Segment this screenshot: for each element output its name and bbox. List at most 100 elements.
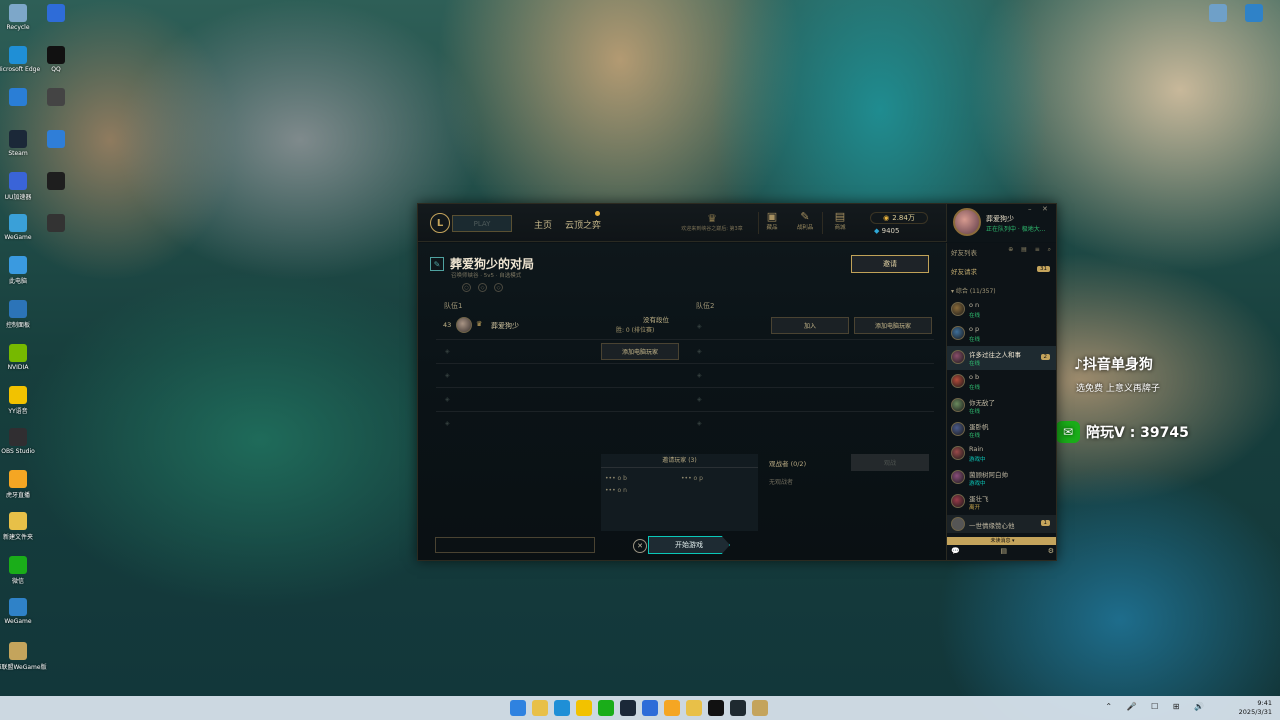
friend-name: 蛋卧帆	[969, 423, 989, 431]
leave-lobby-button[interactable]: ✕	[633, 539, 647, 553]
desktop-app-icon	[9, 256, 27, 274]
desktop-icon[interactable]: WeGame	[0, 598, 36, 625]
friend-item[interactable]: 蛋壮飞 离开	[947, 490, 1056, 514]
taskbar-app-icon[interactable]	[532, 700, 548, 716]
desktop-icon[interactable]	[38, 172, 74, 192]
unread-messages[interactable]: 未读消息 ▾	[947, 537, 1056, 545]
desktop-icon[interactable]: NVIDIA	[0, 344, 36, 371]
lol-logo-icon[interactable]: L	[430, 213, 450, 233]
friend-item[interactable]: o b 在线	[947, 370, 1056, 394]
friend-requests[interactable]: 好友请求	[951, 266, 977, 276]
team1-slot-empty[interactable]: ◈	[436, 387, 688, 409]
spectate-button[interactable]: 观战	[851, 454, 929, 471]
friend-item[interactable]: 许多过往之人和事 在线 2	[947, 346, 1056, 370]
friend-item[interactable]: 菌顾树阿白帅 游戏中	[947, 466, 1056, 490]
team1-slot-empty[interactable]: ◈	[436, 411, 688, 433]
play-button[interactable]: PLAY	[452, 215, 512, 232]
taskbar-app-icon[interactable]	[730, 700, 746, 716]
add-bot-button[interactable]: 添加电脑玩家	[854, 317, 932, 334]
desktop-icon[interactable]: 新建文件夹	[0, 512, 36, 541]
chat-icon[interactable]: 💬	[951, 547, 960, 560]
avatar[interactable]	[953, 208, 981, 236]
taskbar-app-icon[interactable]	[686, 700, 702, 716]
team2-slot-empty[interactable]: ◈	[688, 339, 934, 361]
clock[interactable]: 9:41 2025/3/31	[1239, 699, 1272, 717]
profile-status[interactable]: 正在队列中 · 极地大...	[986, 224, 1045, 233]
desktop-icon[interactable]	[38, 130, 74, 150]
taskbar-app-icon[interactable]	[642, 700, 658, 716]
taskbar-app-icon[interactable]	[576, 700, 592, 716]
desktop-icon-label: Recycle	[6, 24, 30, 31]
invitee[interactable]: ••• o n	[605, 487, 627, 494]
invitee[interactable]: ••• o b	[605, 475, 627, 482]
lobby-chat-input[interactable]	[435, 537, 595, 553]
taskbar-app-icon[interactable]	[554, 700, 570, 716]
friends-group-collapsed[interactable]: 一世情缘赞心他 1	[947, 515, 1056, 533]
taskbar-app-icon[interactable]	[752, 700, 768, 716]
team2-slot-empty[interactable]: ◈	[688, 387, 934, 409]
settings-icon[interactable]: ⚙	[1048, 547, 1054, 560]
nav-home[interactable]: 主页	[534, 218, 552, 231]
loot-button[interactable]: ✎ 战利品	[792, 210, 818, 231]
client-topbar: L PLAY 主页 云顶之弈 ♛ 欢迎来到峡谷之巅后: 第3章 ▣ 藏品 ✎ 战…	[418, 204, 946, 242]
team2-slot-empty[interactable]: ◈ 加入 添加电脑玩家	[688, 315, 934, 337]
map-icon[interactable]: ○	[462, 283, 471, 292]
nav-tft[interactable]: 云顶之弈	[565, 218, 601, 231]
desktop-icon[interactable]: 控制面板	[0, 300, 36, 329]
desktop-icon[interactable]: Recycle	[0, 4, 36, 31]
taskbar-app-icon[interactable]	[510, 700, 526, 716]
desktop-app-icon	[1245, 4, 1263, 22]
team1-slot-empty[interactable]: ◈ 添加电脑玩家	[436, 339, 688, 361]
friend-item[interactable]: 蛋卧帆 在线	[947, 418, 1056, 442]
invite-button[interactable]: 邀请	[851, 255, 929, 273]
desktop-icon[interactable]: 微信	[0, 556, 36, 585]
friends-group-header[interactable]: ▾ 综合 (11/357)	[951, 286, 996, 295]
add-bot-button[interactable]: 添加电脑玩家	[601, 343, 679, 360]
mode-icon[interactable]: ◇	[478, 283, 487, 292]
team2-slot-empty[interactable]: ◈	[688, 411, 934, 433]
invitee[interactable]: ••• o p	[681, 475, 703, 482]
friend-item[interactable]: Rain 游戏中	[947, 442, 1056, 466]
desktop-icon[interactable]: 英雄联盟WeGame版	[0, 642, 47, 671]
desktop-icon[interactable]: Microsoft Edge	[0, 46, 40, 73]
player-name[interactable]: 葬爱狗少	[491, 321, 519, 331]
desktop-icon[interactable]: YY语音	[0, 386, 36, 415]
team2-slot-empty[interactable]: ◈	[688, 363, 934, 385]
welcome-banner[interactable]: ♛ 欢迎来到峡谷之巅后: 第3章	[676, 212, 748, 232]
close-button[interactable]: ✕	[1042, 205, 1048, 213]
minimize-button[interactable]: –	[1028, 205, 1032, 213]
friends-toolbar[interactable]: ⊕ ▤ ≡ ⌕	[1008, 246, 1054, 254]
desktop-icon[interactable]: 此电脑	[0, 256, 36, 285]
gold-currency[interactable]: ◉ 2.84万	[870, 212, 928, 224]
settings-icon[interactable]: ◇	[494, 283, 503, 292]
desktop-icon[interactable]: WeGame	[0, 214, 36, 241]
collection-button[interactable]: ▣ 藏品	[759, 210, 785, 231]
start-game-button[interactable]: 开始游戏	[648, 536, 730, 554]
system-tray[interactable]: ⌃ 🎤 ☐ ⊞ 🔊	[1105, 702, 1210, 711]
taskbar-app-icon[interactable]	[598, 700, 614, 716]
team1-slot-empty[interactable]: ◈	[436, 363, 688, 385]
list-icon[interactable]: ▤	[1000, 547, 1007, 560]
desktop-icon[interactable]: QQ	[38, 46, 74, 73]
friend-item[interactable]: 你无敌了 在线	[947, 394, 1056, 418]
desktop-icon[interactable]	[0, 88, 36, 108]
desktop-icon[interactable]	[38, 214, 74, 234]
player-avatar[interactable]	[456, 317, 472, 333]
desktop-icon[interactable]	[1236, 4, 1272, 22]
join-button[interactable]: 加入	[771, 317, 849, 334]
profile-area[interactable]: 葬爱狗少 正在队列中 · 极地大... – ✕	[946, 204, 1056, 242]
desktop-icon[interactable]: Steam	[0, 130, 36, 157]
friend-item[interactable]: o p 在线	[947, 322, 1056, 346]
friend-item[interactable]: o n 在线	[947, 298, 1056, 322]
desktop-icon[interactable]	[1200, 4, 1236, 22]
blue-essence[interactable]: ◆ 9405	[874, 227, 899, 235]
desktop-icon[interactable]: UU加速器	[0, 172, 36, 201]
desktop-icon[interactable]: 虎牙直播	[0, 470, 36, 499]
store-button[interactable]: ▤ 商城	[827, 210, 853, 231]
taskbar-app-icon[interactable]	[708, 700, 724, 716]
taskbar-app-icon[interactable]	[664, 700, 680, 716]
desktop-icon[interactable]	[38, 88, 74, 108]
desktop-icon[interactable]: OBS Studio	[0, 428, 36, 455]
taskbar-app-icon[interactable]	[620, 700, 636, 716]
desktop-icon[interactable]	[38, 4, 74, 24]
